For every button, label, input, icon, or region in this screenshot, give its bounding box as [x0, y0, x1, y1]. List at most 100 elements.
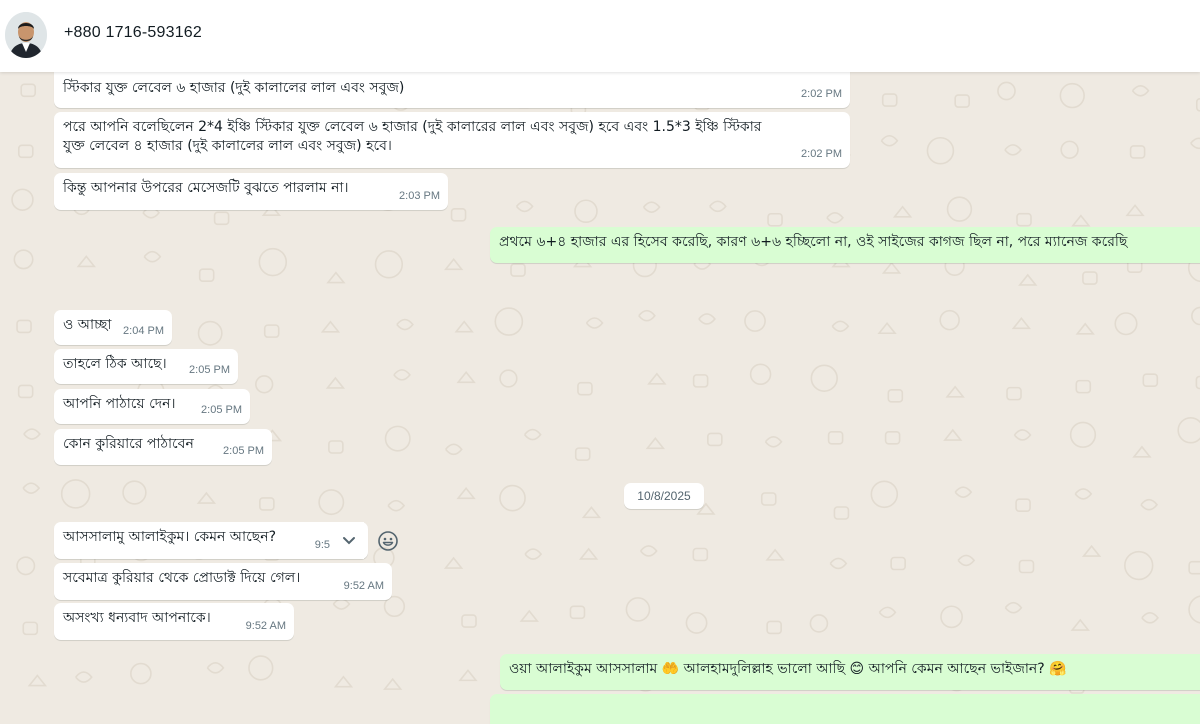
wallpaper-doodle [1081, 544, 1102, 557]
wallpaper-doodle [75, 671, 93, 683]
date-separator: 10/8/2025 [624, 483, 704, 509]
wallpaper-doodle [196, 491, 217, 504]
wallpaper-doodle [926, 136, 955, 165]
avatar[interactable] [5, 12, 47, 58]
wallpaper-doodle [197, 320, 223, 346]
wallpaper-doodle [1013, 429, 1032, 441]
wallpaper-doodle [809, 614, 829, 633]
wallpaper-doodle [642, 201, 661, 213]
wallpaper-doodle [954, 94, 970, 108]
message-bubble[interactable]: পরে আপনি বলেছিলেন 2*4 ইঞ্চি স্টিকার যুক্… [54, 112, 850, 168]
message-bubble[interactable]: কোন কুরিয়ারে পাঠাবেন 2:05 PM [54, 429, 272, 465]
wallpaper-doodle [387, 499, 406, 512]
message-bubble[interactable]: আপনি পাঠায়ে দেন। 2:05 PM [54, 389, 250, 424]
wallpaper-doodle [524, 548, 543, 560]
wallpaper-doodle [647, 372, 667, 385]
wallpaper-doodle [880, 134, 899, 147]
message-text: পরে আপনি বলেছিলেন 2*4 ইঞ্চি স্টিকার যুক্… [63, 119, 762, 135]
wallpaper-doodle [760, 492, 777, 506]
message-text: সবেমাত্র কুরিয়ার থেকে প্রোডাক্ট দিয়ে গ… [63, 570, 301, 586]
message-text: আসসালামু আলাইকুম। কেমন আছেন? [63, 529, 277, 545]
wallpaper-doodle [645, 437, 666, 450]
wallpaper-doodle [27, 674, 48, 687]
wallpaper-doodle [325, 376, 346, 389]
wallpaper-doodle [259, 497, 275, 511]
wallpaper-doodle [1188, 595, 1200, 624]
wallpaper-doodle [510, 263, 526, 277]
wallpaper-doodle [1191, 306, 1200, 326]
wallpaper-doodle [332, 598, 351, 610]
message-text: স্টিকার যুক্ত লেবেল ৬ হাজার (দুই কালালের… [63, 80, 405, 96]
message-bubble[interactable]: আসসালামু আলাইকুম। কেমন আছেন? 9:5 [54, 522, 368, 559]
wallpaper-doodle [943, 428, 963, 441]
wallpaper-doodle [22, 621, 39, 636]
wallpaper-doodle [443, 556, 464, 569]
message-menu-button[interactable] [334, 522, 364, 559]
wallpaper-doodle [1011, 317, 1032, 330]
react-button[interactable] [376, 529, 400, 553]
wallpaper-doodle [698, 313, 716, 325]
message-text: ওয়া আলাইকুম আসসালাম 🤲 আলহামদুলিল্লাহ ভা… [509, 661, 1067, 677]
wallpaper-doodle [445, 443, 463, 456]
wallpaper-doodle [887, 389, 904, 403]
wallpaper-doodle [574, 447, 591, 461]
message-text: প্রথমে ৬+৪ হাজার এর হিসেব করেছি, কারণ ৬+… [499, 234, 1128, 250]
wallpaper-doodle [744, 310, 766, 332]
wallpaper-doodle [884, 431, 901, 445]
message-bubble[interactable]: সবেমাত্র কুরিয়ার থেকে প্রোডাক্ট দিয়ে গ… [54, 563, 392, 600]
wallpaper-doodle [685, 611, 708, 634]
wallpaper-doodle [957, 554, 976, 567]
wallpaper-doodle [1016, 212, 1032, 227]
wallpaper-doodle [765, 548, 785, 561]
wallpaper-doodle [60, 479, 91, 509]
wallpaper-doodle [458, 669, 478, 682]
wallpaper-doodle [1141, 612, 1159, 624]
wallpaper-doodle [23, 428, 41, 440]
wallpaper-doodle [831, 320, 850, 333]
wallpaper-doodle [707, 432, 723, 447]
message-text: আপনি পাঠায়ে দেন। [63, 396, 176, 412]
wallpaper-doodle [1004, 144, 1022, 156]
outgoing-message-bubble[interactable]: ওয়া আলাইকুম আসসালাম 🤲 আলহামদুলিল্লাহ ভা… [500, 654, 1200, 690]
wallpaper-doodle [456, 487, 476, 500]
wallpaper-doodle [1082, 271, 1098, 285]
wallpaper-doodle [1114, 312, 1138, 336]
contact-name[interactable]: +880 1716-593162 [64, 24, 202, 42]
wallpaper-doodle [494, 307, 524, 336]
wallpaper-doodle [1132, 445, 1152, 458]
wallpaper-doodle [997, 81, 1016, 101]
wallpaper-doodle [1129, 145, 1146, 159]
wallpaper-doodle [374, 250, 404, 279]
message-bubble[interactable]: ও আচ্ছা 2:04 PM [54, 310, 172, 345]
message-time: 2:03 PM [399, 190, 440, 202]
wallpaper-doodle [585, 317, 604, 329]
wallpaper-doodle [569, 605, 586, 620]
wallpaper-doodle [638, 309, 656, 322]
message-text: কোন কুরিয়ারে পাঠাবেন [63, 436, 194, 452]
wallpaper-doodle [20, 83, 37, 98]
wallpaper-doodle [826, 212, 844, 224]
wallpaper-doodle [692, 547, 709, 562]
wallpaper-doodle [326, 271, 346, 284]
message-time: 2:05 PM [189, 364, 230, 376]
message-text: যুক্ত লেবেল ৪ হাজার (দুই কালালের লাল এবং… [63, 138, 392, 154]
wallpaper-doodle [1188, 560, 1200, 575]
wallpaper-doodle [461, 614, 477, 628]
wallpaper-doodle [396, 318, 414, 331]
wallpaper-doodle [767, 212, 783, 227]
wallpaper-doodle [829, 557, 848, 570]
wallpaper-doodle [263, 324, 280, 338]
message-bubble[interactable]: কিন্তু আপনার উপরের মেসেজটি বুঝতে পারলাম … [54, 173, 448, 210]
outgoing-message-bubble[interactable]: প্রথমে ৬+৪ হাজার এর হিসেব করেছি, কারণ ৬+… [490, 227, 1200, 263]
message-bubble[interactable]: তাহলে ঠিক আছে। 2:05 PM [54, 349, 238, 384]
message-bubble[interactable]: অসংখ্য ধন্যবাদ আপনাকে। 9:52 AM [54, 603, 294, 640]
wallpaper-doodle [1124, 550, 1154, 581]
wallpaper-doodle [1125, 204, 1145, 217]
wallpaper-doodle [577, 381, 593, 396]
wallpaper-doodle [954, 486, 973, 498]
wallpaper-doodle [318, 489, 345, 516]
wallpaper-doodle [1195, 375, 1200, 390]
wallpaper-doodle [17, 384, 34, 399]
wallpaper-doodle [1075, 322, 1095, 335]
wallpaper-doodle [945, 385, 965, 398]
